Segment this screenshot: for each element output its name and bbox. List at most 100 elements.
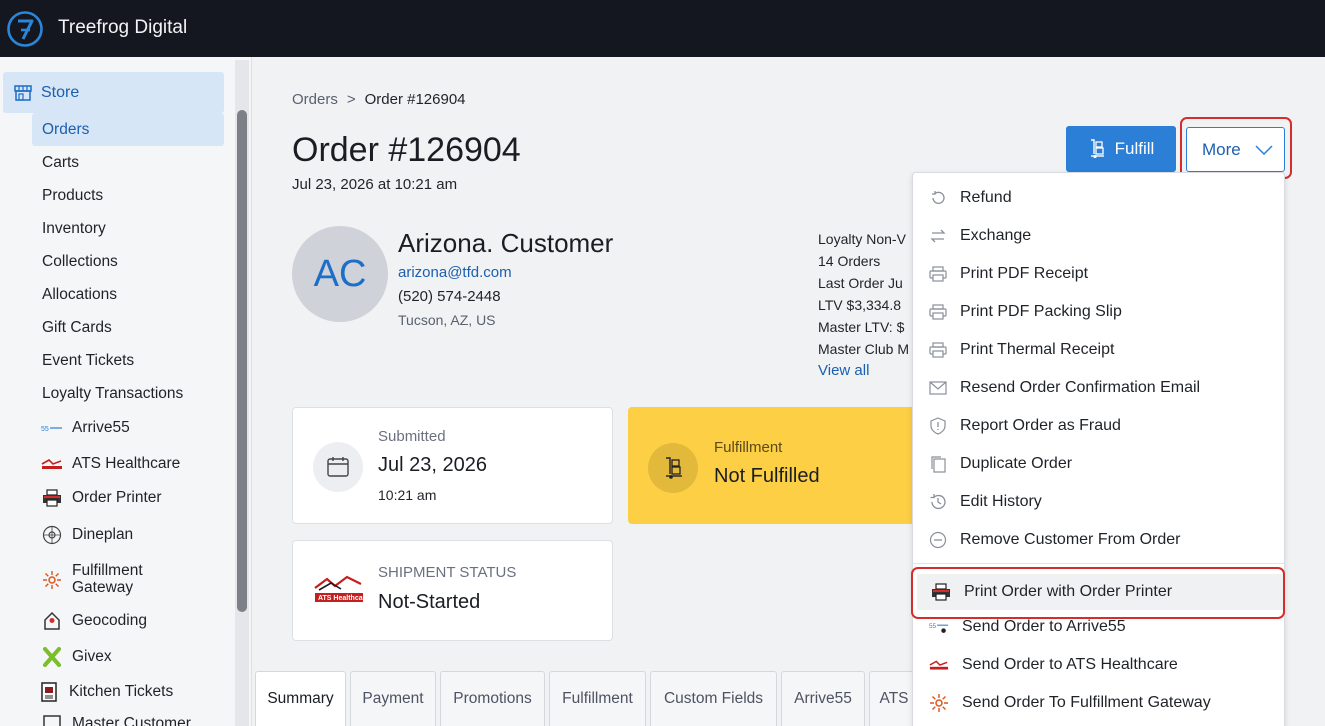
sidebar-item-gift-cards[interactable]: Gift Cards [42, 319, 112, 337]
ats-healthcare-icon [40, 454, 64, 474]
fulfillment-label: Fulfillment [714, 439, 783, 456]
sidebar-app-kitchen-tickets[interactable]: Kitchen Tickets [37, 682, 173, 702]
printer-icon [928, 264, 948, 284]
menu-item-print-pdf-receipt[interactable]: Print PDF Receipt [913, 256, 1284, 292]
print-order-printer-highlight [911, 567, 1285, 619]
breadcrumb-orders-link[interactable]: Orders [292, 91, 338, 108]
breadcrumb: Orders > Order #126904 [292, 91, 466, 108]
submitted-card: Submitted Jul 23, 2026 10:21 am [292, 407, 613, 524]
tab-promotions[interactable]: Promotions [440, 671, 545, 726]
sidebar-app-givex[interactable]: Givex [40, 647, 112, 667]
menu-item-report-fraud[interactable]: Report Order as Fraud [913, 408, 1284, 444]
loyalty-line-status: Loyalty Non-V [818, 231, 906, 247]
breadcrumb-current: Order #126904 [364, 91, 466, 108]
sidebar-app-order-printer[interactable]: Order Printer [40, 488, 162, 508]
sidebar-item-event-tickets[interactable]: Event Tickets [42, 352, 134, 370]
menu-item-resend-confirmation-email[interactable]: Resend Order Confirmation Email [913, 370, 1284, 406]
menu-item-print-thermal-receipt[interactable]: Print Thermal Receipt [913, 332, 1284, 368]
svg-text:55: 55 [41, 426, 49, 433]
duplicate-icon [928, 454, 948, 474]
sidebar-app-master-customer[interactable]: Master Customer [40, 714, 191, 726]
geocoding-icon [40, 611, 64, 631]
more-dropdown-menu: Refund Exchange Print PDF Receipt Print … [912, 172, 1285, 726]
sidebar-app-ats-healthcare[interactable]: ATS Healthcare [40, 454, 180, 474]
calendar-icon [313, 442, 363, 492]
menu-item-exchange[interactable]: Exchange [913, 218, 1284, 254]
menu-item-refund[interactable]: Refund [913, 180, 1284, 216]
sidebar-item-store[interactable]: Store [3, 72, 224, 113]
submitted-date: Jul 23, 2026 [378, 454, 487, 476]
svg-text:55: 55 [929, 623, 937, 630]
customer-avatar: AC [292, 226, 388, 322]
fulfill-button[interactable]: Fulfill [1066, 126, 1176, 172]
view-all-link[interactable]: View all [818, 360, 914, 382]
sidebar-item-allocations[interactable]: Allocations [42, 286, 117, 304]
sidebar-item-inventory[interactable]: Inventory [42, 220, 106, 238]
exchange-icon [928, 226, 948, 246]
sidebar-item-orders[interactable]: Orders [32, 113, 224, 146]
menu-item-remove-customer[interactable]: Remove Customer From Order [913, 522, 1284, 558]
tab-fulfillment[interactable]: Fulfillment [549, 671, 646, 726]
loyalty-line-master-club: Master Club M [818, 341, 910, 357]
customer-name: Arizona. Customer [398, 228, 614, 258]
top-bar: Treefrog Digital [0, 0, 1325, 57]
sidebar-app-geocoding[interactable]: Geocoding [40, 611, 147, 631]
svg-text:ATS Healthcare: ATS Healthcare [318, 595, 365, 602]
tab-summary[interactable]: Summary [255, 671, 346, 726]
customer-location: Tucson, AZ, US [398, 312, 496, 328]
menu-item-send-ats-healthcare[interactable]: Send Order to ATS Healthcare [915, 647, 1286, 683]
arrive55-icon: 55 [40, 418, 64, 438]
fulfillment-status-card: Fulfillment Not Fulfilled [628, 407, 918, 524]
tab-custom-fields[interactable]: Custom Fields [650, 671, 777, 726]
refund-icon [928, 188, 948, 208]
sidebar-app-arrive55[interactable]: 55 Arrive55 [40, 418, 130, 438]
store-icon [14, 84, 32, 101]
fulfillment-gateway-label-line2: Gateway [72, 579, 134, 596]
menu-item-print-pdf-packing-slip[interactable]: Print PDF Packing Slip [913, 294, 1284, 330]
shipment-status-card: ATS Healthcare SHIPMENT STATUS Not-Start… [292, 540, 613, 641]
breadcrumb-separator: > [346, 91, 356, 108]
order-date: Jul 23, 2026 at 10:21 am [292, 176, 458, 193]
printer-icon [928, 302, 948, 322]
more-button-highlight [1180, 117, 1292, 179]
mail-icon [928, 378, 948, 398]
fulfillment-gateway-label-line1: Fulfillment [72, 562, 143, 579]
sidebar-item-carts[interactable]: Carts [42, 154, 79, 172]
menu-item-duplicate-order[interactable]: Duplicate Order [913, 446, 1284, 482]
sidebar-app-dineplan[interactable]: Dineplan [40, 525, 133, 545]
arrive55-icon: 55 [929, 617, 949, 637]
menu-item-send-fulfillment-gateway[interactable]: Send Order To Fulfillment Gateway [915, 685, 1286, 721]
sidebar-app-fulfillment-gateway[interactable]: Fulfillment Gateway [40, 562, 143, 596]
kitchen-tickets-icon [37, 682, 61, 702]
tab-payment[interactable]: Payment [350, 671, 436, 726]
customer-email-link[interactable]: arizona@tfd.com [398, 264, 512, 281]
givex-icon [40, 647, 64, 667]
customer-phone: (520) 574-2448 [398, 288, 501, 305]
fulfillment-gateway-icon [40, 570, 64, 590]
sidebar-item-products[interactable]: Products [42, 187, 103, 205]
sidebar-item-loyalty-transactions[interactable]: Loyalty Transactions [42, 385, 183, 403]
sidebar-item-collections[interactable]: Collections [42, 253, 118, 271]
app-title: Treefrog Digital [58, 17, 188, 38]
hand-truck-icon [648, 443, 698, 493]
shipment-status-value: Not-Started [378, 591, 481, 613]
remove-icon [928, 530, 948, 550]
dineplan-icon [40, 525, 64, 545]
loyalty-line-last-order: Last Order Ju [818, 275, 903, 291]
ats-healthcare-icon [929, 655, 949, 675]
master-customer-icon [40, 714, 64, 726]
menu-divider [913, 563, 1284, 564]
sidebar-store-label: Store [41, 83, 80, 101]
sidebar-scrollbar[interactable] [237, 110, 247, 612]
shield-icon [928, 416, 948, 436]
submitted-label: Submitted [378, 428, 446, 445]
tab-arrive55[interactable]: Arrive55 [781, 671, 865, 726]
loyalty-summary: Loyalty Non-V 14 Orders Last Order Ju LT… [818, 228, 914, 382]
treefrog-logo-icon[interactable] [6, 10, 44, 48]
history-icon [928, 492, 948, 512]
shipment-status-label: SHIPMENT STATUS [378, 564, 517, 581]
page-title: Order #126904 [292, 131, 521, 169]
menu-item-edit-history[interactable]: Edit History [913, 484, 1284, 520]
fulfill-button-label: Fulfill [1114, 139, 1155, 158]
fulfill-hand-truck-icon [1090, 139, 1104, 159]
